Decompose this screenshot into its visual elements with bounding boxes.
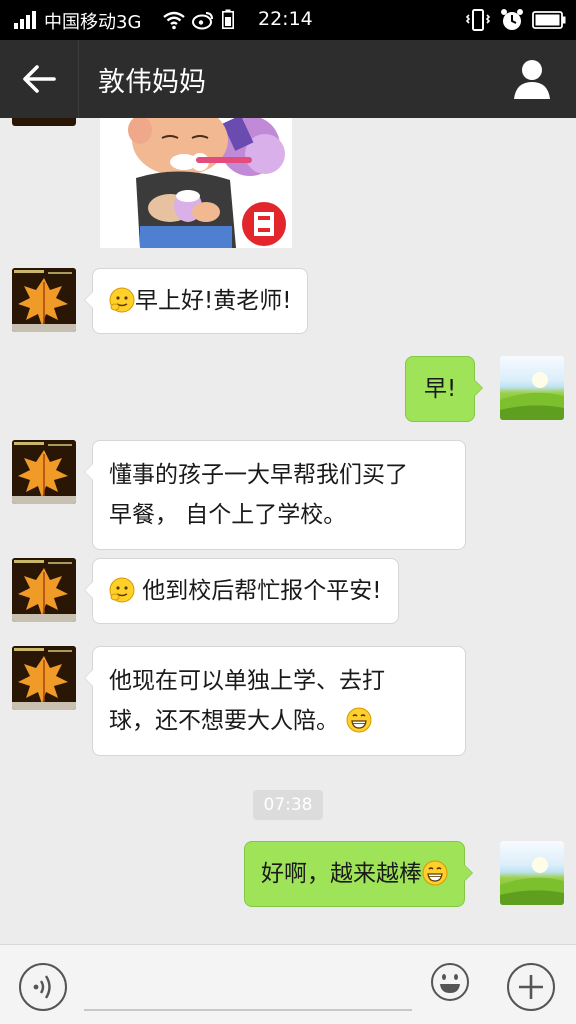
shy-smile-emoji [109, 577, 135, 603]
voice-icon[interactable] [18, 962, 68, 1012]
weibo-icon [192, 12, 213, 30]
emoji-icon[interactable] [430, 962, 470, 1002]
input-bar [0, 944, 576, 1024]
battery-icon [532, 11, 566, 29]
contact-avatar[interactable] [12, 268, 76, 332]
signal-icon [14, 11, 36, 29]
message-input[interactable] [84, 959, 412, 1011]
message-text-line: 他现在可以单独上学、去打 [109, 668, 385, 694]
message-text-line: 球，还不想要大人陪。 [109, 708, 339, 734]
message-bubble[interactable]: 他现在可以单独上学、去打 球，还不想要大人陪。 [84, 646, 466, 756]
alarm-icon [501, 9, 523, 30]
chat-history[interactable]: 早上好!黄老师! 早! 懂事的孩子一大早帮我们买了 早餐， 自个上了学校。 他到… [0, 118, 576, 944]
message-bubble[interactable]: 早! [405, 356, 484, 422]
plus-icon[interactable] [506, 962, 556, 1012]
contact-avatar[interactable] [12, 440, 76, 504]
message-bubble[interactable]: 好啊，越来越棒 [244, 841, 473, 907]
message-text-line: 早餐， 自个上了学校。 [109, 502, 347, 528]
battery-small-icon [222, 9, 234, 29]
message-timestamp: 07:38 [253, 790, 323, 820]
carrier-label: 中国移动3G [44, 12, 142, 33]
grin-emoji [422, 860, 448, 886]
status-time: 22:14 [258, 8, 313, 30]
my-avatar[interactable] [500, 356, 564, 420]
my-avatar[interactable] [500, 841, 564, 905]
message-text: 他到校后帮忙报个平安! [135, 578, 382, 604]
sticker-image[interactable] [100, 118, 292, 248]
wifi-icon [163, 11, 185, 30]
status-bar: 中国移动3G 22:14 [0, 0, 576, 40]
message-text: 早! [424, 376, 457, 402]
contact-avatar[interactable] [12, 558, 76, 622]
message-text-line: 懂事的孩子一大早帮我们买了 [109, 462, 408, 488]
grin-emoji [346, 707, 372, 733]
back-arrow-icon[interactable] [14, 58, 64, 100]
message-bubble[interactable]: 他到校后帮忙报个平安! [84, 558, 399, 624]
vibrate-icon [466, 9, 490, 31]
title-divider [78, 40, 79, 118]
contact-avatar[interactable] [12, 646, 76, 710]
chat-title: 敦伟妈妈 [98, 67, 206, 98]
title-bar: 敦伟妈妈 [0, 40, 576, 118]
message-bubble[interactable]: 早上好!黄老师! [83, 268, 309, 334]
message-bubble[interactable]: 懂事的孩子一大早帮我们买了 早餐， 自个上了学校。 [84, 440, 466, 550]
contact-avatar[interactable] [12, 118, 76, 126]
person-icon[interactable] [508, 57, 556, 101]
message-text: 好啊，越来越棒 [261, 861, 422, 887]
shy-smile-emoji [109, 287, 135, 313]
message-text: 早上好!黄老师! [135, 288, 292, 314]
